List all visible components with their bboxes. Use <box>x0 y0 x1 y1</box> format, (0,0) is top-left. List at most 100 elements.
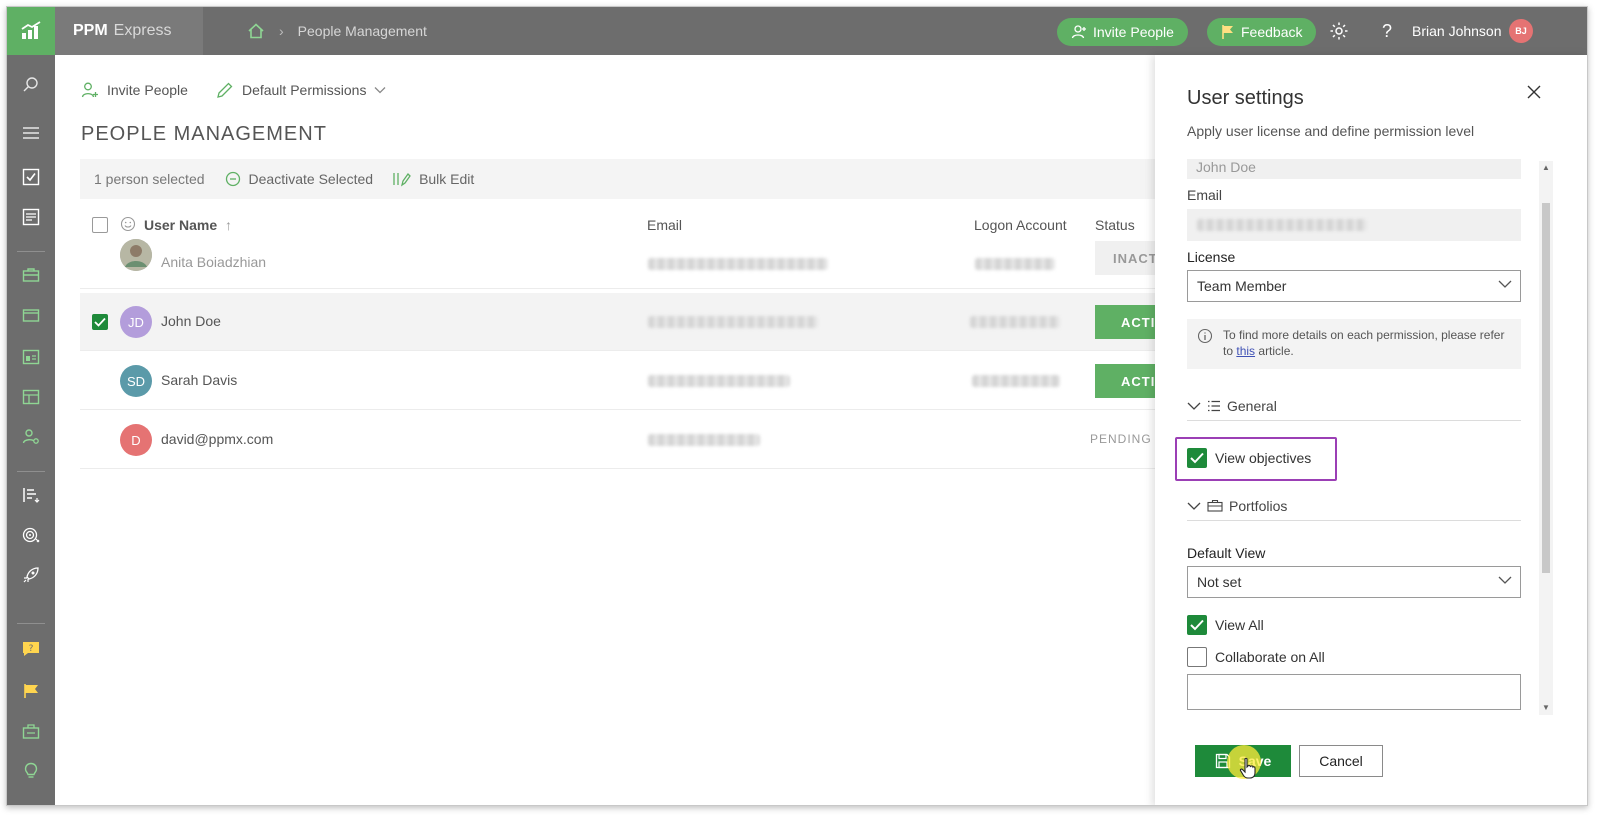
cancel-button[interactable]: Cancel <box>1299 745 1383 777</box>
brand: PPM Express <box>55 7 203 55</box>
table-row[interactable]: JD John Doe ACTIV <box>80 293 1165 351</box>
people-icon[interactable] <box>19 425 43 449</box>
user-avatar[interactable]: BJ <box>1509 19 1533 43</box>
tasks-icon[interactable] <box>19 165 43 189</box>
name-field[interactable]: John Doe <box>1187 159 1521 179</box>
table-row[interactable]: D david@ppmx.com PENDING <box>80 411 1160 469</box>
row-checkbox[interactable] <box>92 314 108 330</box>
column-user-name[interactable]: User Name ↑ <box>144 217 232 233</box>
scroll-up-arrow-icon[interactable]: ▲ <box>1541 163 1551 173</box>
table-row[interactable]: Anita Boiadzhian INACT <box>80 239 1165 289</box>
scroll-down-arrow-icon[interactable]: ▼ <box>1541 703 1551 713</box>
view-objectives-checkbox[interactable] <box>1187 448 1207 468</box>
invite-people-link[interactable]: Invite People <box>81 81 188 99</box>
bulk-edit-button[interactable]: Bulk Edit <box>393 171 474 187</box>
status-text: PENDING <box>1090 432 1152 446</box>
feedback-label: Feedback <box>1241 24 1303 40</box>
user-name[interactable]: Brian Johnson <box>1412 7 1502 55</box>
integrations-icon[interactable] <box>19 719 43 743</box>
invite-people-label: Invite People <box>1093 24 1174 40</box>
ideas-icon[interactable] <box>19 759 43 783</box>
chevron-down-icon <box>1187 502 1201 510</box>
resources-icon[interactable] <box>19 385 43 409</box>
checkmark-icon <box>1190 619 1204 631</box>
briefcase-icon <box>1207 499 1223 512</box>
general-section-header[interactable]: General <box>1187 391 1521 421</box>
help-icon[interactable]: ? <box>19 637 43 661</box>
panel-subtitle: Apply user license and define permission… <box>1187 123 1475 139</box>
breadcrumb: › People Management <box>247 7 427 55</box>
chevron-down-icon <box>1187 402 1201 410</box>
add-person-icon <box>1071 25 1086 39</box>
collaborate-on-all-checkbox[interactable] <box>1187 647 1207 667</box>
launch-icon[interactable] <box>19 563 43 587</box>
close-icon[interactable] <box>1523 81 1545 103</box>
license-label: License <box>1187 249 1236 265</box>
collaborate-on-all-checkbox-row[interactable]: Collaborate on All <box>1187 647 1325 667</box>
sort-arrow-up-icon: ↑ <box>225 217 233 233</box>
gear-icon[interactable] <box>1327 19 1351 43</box>
feedback-button[interactable]: Feedback <box>1207 18 1317 46</box>
search-icon[interactable] <box>19 73 43 97</box>
collaborate-on-all-label: Collaborate on All <box>1215 649 1325 665</box>
hand-cursor-icon <box>1239 757 1256 779</box>
smiley-icon <box>120 216 136 235</box>
license-value: Team Member <box>1197 278 1287 294</box>
reports-icon[interactable] <box>19 205 43 229</box>
email-value-redacted <box>1197 219 1367 231</box>
projects-icon[interactable] <box>19 303 43 327</box>
invite-people-button[interactable]: Invite People <box>1057 18 1188 46</box>
app-logo[interactable] <box>7 7 55 55</box>
scrollbar-thumb[interactable] <box>1542 203 1550 573</box>
chevron-down-icon <box>374 87 386 94</box>
email-field[interactable] <box>1187 209 1521 241</box>
panel-scrollbar[interactable]: ▲ ▼ <box>1539 161 1553 715</box>
breadcrumb-current: People Management <box>297 23 427 39</box>
page-title: PEOPLE MANAGEMENT <box>81 123 327 145</box>
view-all-label: View All <box>1215 617 1264 633</box>
panel-text-input[interactable] <box>1187 674 1521 710</box>
portfolios-section-header[interactable]: Portfolios <box>1187 491 1521 521</box>
info-icon <box>1197 328 1213 344</box>
column-email[interactable]: Email <box>647 217 682 233</box>
column-logon-account[interactable]: Logon Account <box>974 217 1067 233</box>
view-all-checkbox-row[interactable]: View All <box>1187 615 1264 635</box>
view-objectives-checkbox-row[interactable]: View objectives <box>1187 448 1311 468</box>
flag-icon <box>1222 25 1233 39</box>
dashboard-icon[interactable] <box>19 345 43 369</box>
page-toolbar: Invite People Default Permissions <box>81 81 386 99</box>
info-article-link[interactable]: this <box>1236 344 1255 358</box>
info-text-after: article. <box>1258 344 1294 358</box>
feedback-icon[interactable] <box>19 679 43 703</box>
selection-count: 1 person selected <box>94 171 205 187</box>
top-bar: PPM Express › People Management Invite P… <box>7 7 1587 55</box>
column-status[interactable]: Status <box>1095 217 1135 233</box>
nav-divider <box>17 623 45 624</box>
email-cell-redacted <box>648 316 818 328</box>
nav-divider <box>17 471 45 472</box>
license-select[interactable]: Team Member <box>1187 270 1521 302</box>
portfolio-icon[interactable] <box>19 263 43 287</box>
portfolios-label: Portfolios <box>1229 497 1288 514</box>
home-icon[interactable] <box>247 22 265 40</box>
column-user-name-label: User Name <box>144 217 218 233</box>
logon-cell-redacted <box>972 375 1060 387</box>
table-row[interactable]: SD Sarah Davis ACTIV <box>80 352 1165 410</box>
user-name-cell: Sarah Davis <box>161 372 238 388</box>
deactivate-selected-button[interactable]: Deactivate Selected <box>225 171 373 187</box>
select-all-checkbox[interactable] <box>92 217 108 233</box>
roadmap-icon[interactable] <box>19 483 43 507</box>
general-label: General <box>1227 397 1277 414</box>
default-view-select[interactable]: Not set <box>1187 566 1521 598</box>
main-content: Invite People Default Permissions PEOPLE… <box>55 55 1165 805</box>
help-question-icon[interactable]: ? <box>1375 19 1399 43</box>
user-name-cell: david@ppmx.com <box>161 431 274 447</box>
menu-icon[interactable] <box>19 121 43 145</box>
svg-text:?: ? <box>29 644 34 654</box>
objectives-icon[interactable] <box>19 523 43 547</box>
email-cell-redacted <box>648 434 760 446</box>
user-name-cell: John Doe <box>161 313 221 329</box>
default-permissions-dropdown[interactable]: Default Permissions <box>216 81 387 99</box>
view-all-checkbox[interactable] <box>1187 615 1207 635</box>
table-header: User Name ↑ Email Logon Account Status <box>80 205 1160 245</box>
